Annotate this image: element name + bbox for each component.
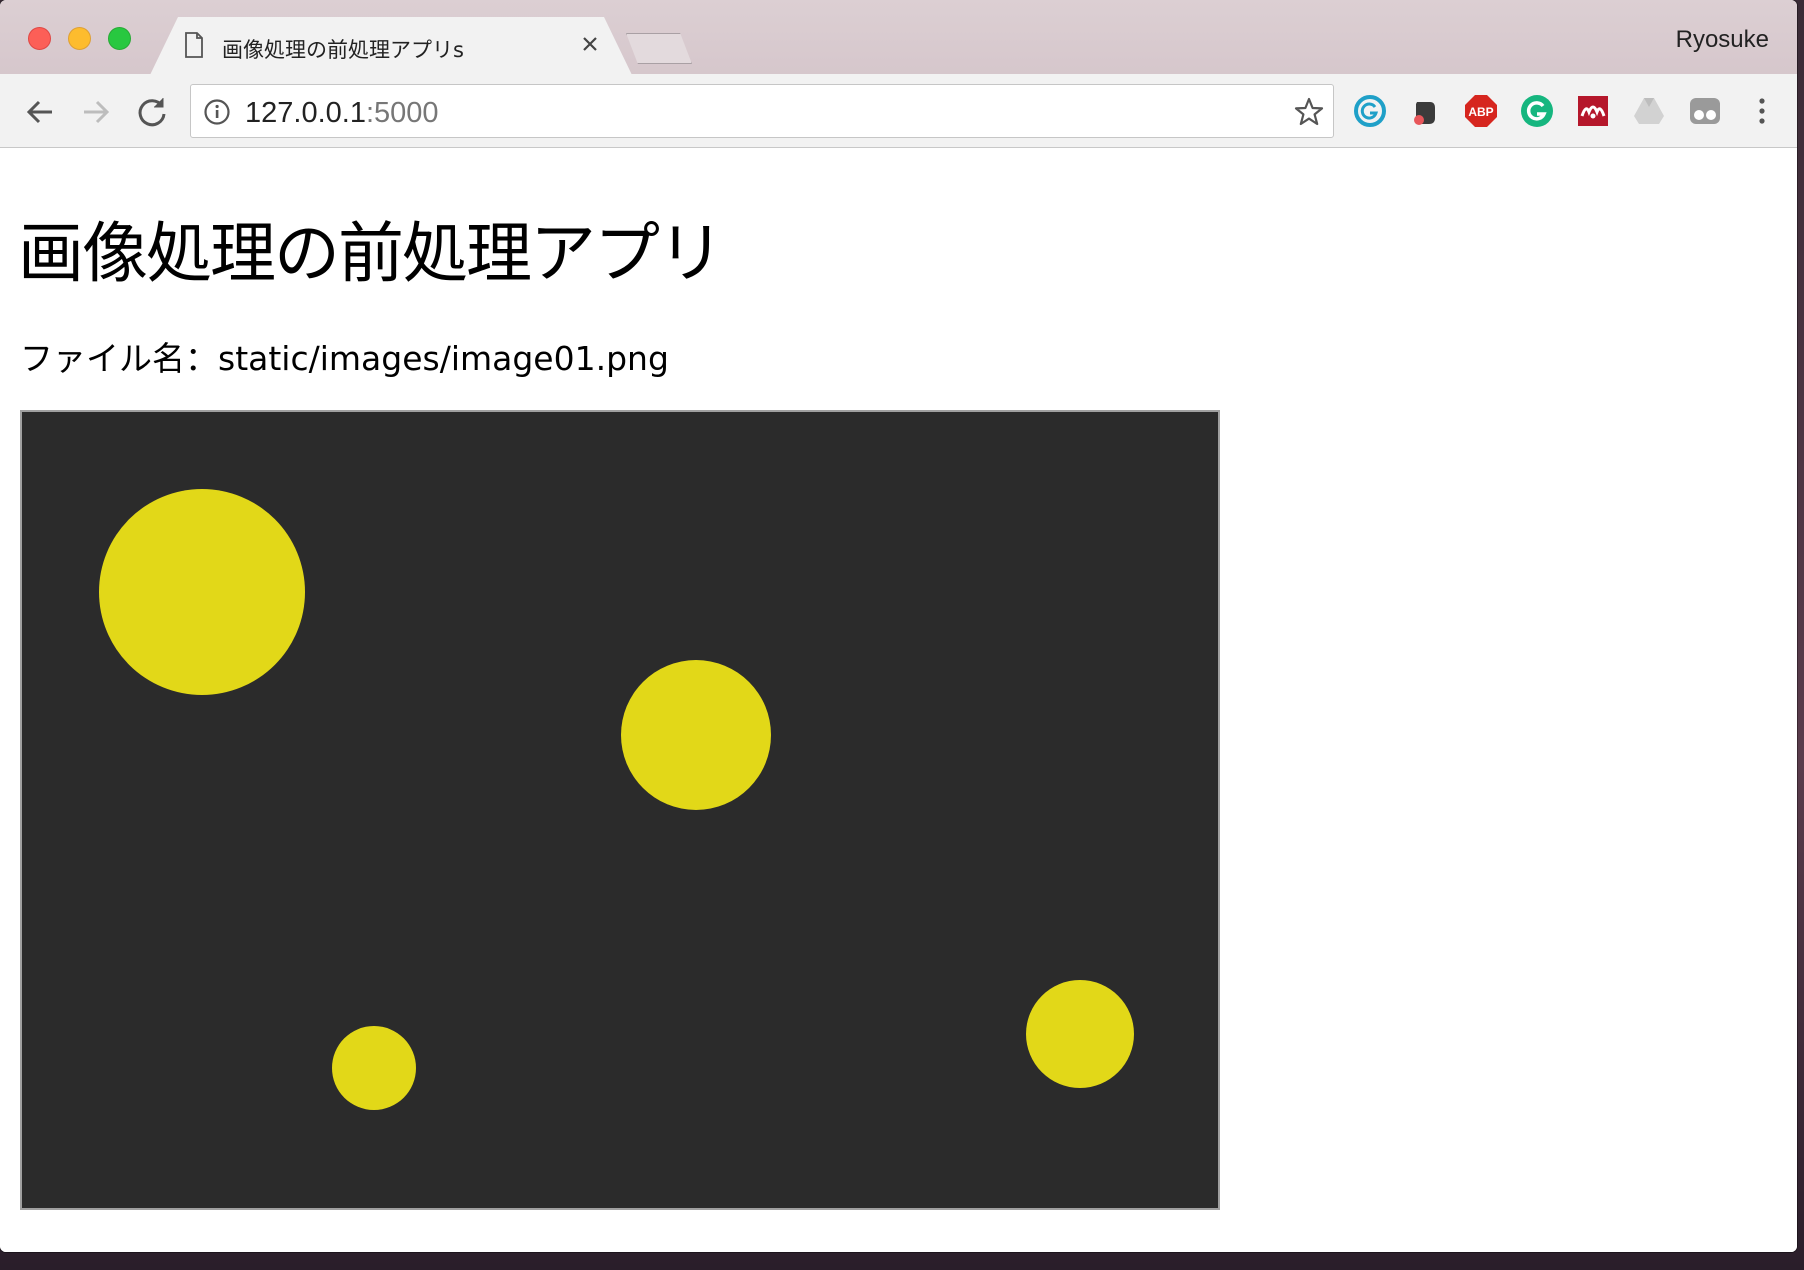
page-content: 画像処理の前処理アプリ ファイル名：static/images/image01.… <box>0 148 1797 1252</box>
kebab-menu-icon[interactable] <box>1745 94 1779 128</box>
arrow-right-icon[interactable] <box>74 90 118 134</box>
reload-icon[interactable] <box>130 90 174 134</box>
address-bar[interactable]: 127.0.0.1:5000 <box>190 84 1334 138</box>
circle-right <box>1026 980 1134 1088</box>
circle-large <box>99 489 305 695</box>
filename-label: ファイル名：static/images/image01.png <box>20 339 669 378</box>
grammarly-blue-icon[interactable] <box>1353 94 1387 128</box>
adblock-plus-icon[interactable]: ABP <box>1464 94 1498 128</box>
star-icon[interactable] <box>1293 96 1325 128</box>
google-drive-icon[interactable] <box>1632 94 1666 128</box>
new-tab-button[interactable] <box>626 33 692 64</box>
evernote-icon[interactable] <box>1408 94 1442 128</box>
url-host: 127.0.0.1 <box>245 97 366 129</box>
minimize-window-button[interactable] <box>68 27 91 50</box>
arrow-left-icon[interactable] <box>18 90 62 134</box>
close-icon[interactable] <box>580 34 600 54</box>
preview-image <box>20 410 1220 1210</box>
url-port: :5000 <box>365 97 439 129</box>
adblock-label: ABP <box>1468 105 1493 119</box>
extension-grey-icon[interactable] <box>1688 94 1722 128</box>
circles-image <box>99 489 1134 1110</box>
page-title: 画像処理の前処理アプリ <box>18 215 724 292</box>
close-window-button[interactable] <box>28 27 51 50</box>
info-icon[interactable] <box>203 98 231 126</box>
tab-title: 画像処理の前処理アプリs <box>222 38 464 62</box>
maximize-window-button[interactable] <box>108 27 131 50</box>
browser-window: 画像処理の前処理アプリs Ryosuke 127.0.0.1:5000 ABP … <box>0 0 1797 1252</box>
mendeley-icon[interactable] <box>1576 94 1610 128</box>
url-text: 127.0.0.1:5000 <box>245 97 439 130</box>
circle-medium <box>621 660 771 810</box>
circle-small <box>332 1026 416 1110</box>
title-bar: 画像処理の前処理アプリs Ryosuke <box>0 0 1797 74</box>
grammarly-green-icon[interactable] <box>1520 94 1554 128</box>
profile-name[interactable]: Ryosuke <box>1676 26 1769 54</box>
document-icon <box>185 32 203 58</box>
browser-toolbar: 127.0.0.1:5000 ABP <box>0 74 1797 148</box>
